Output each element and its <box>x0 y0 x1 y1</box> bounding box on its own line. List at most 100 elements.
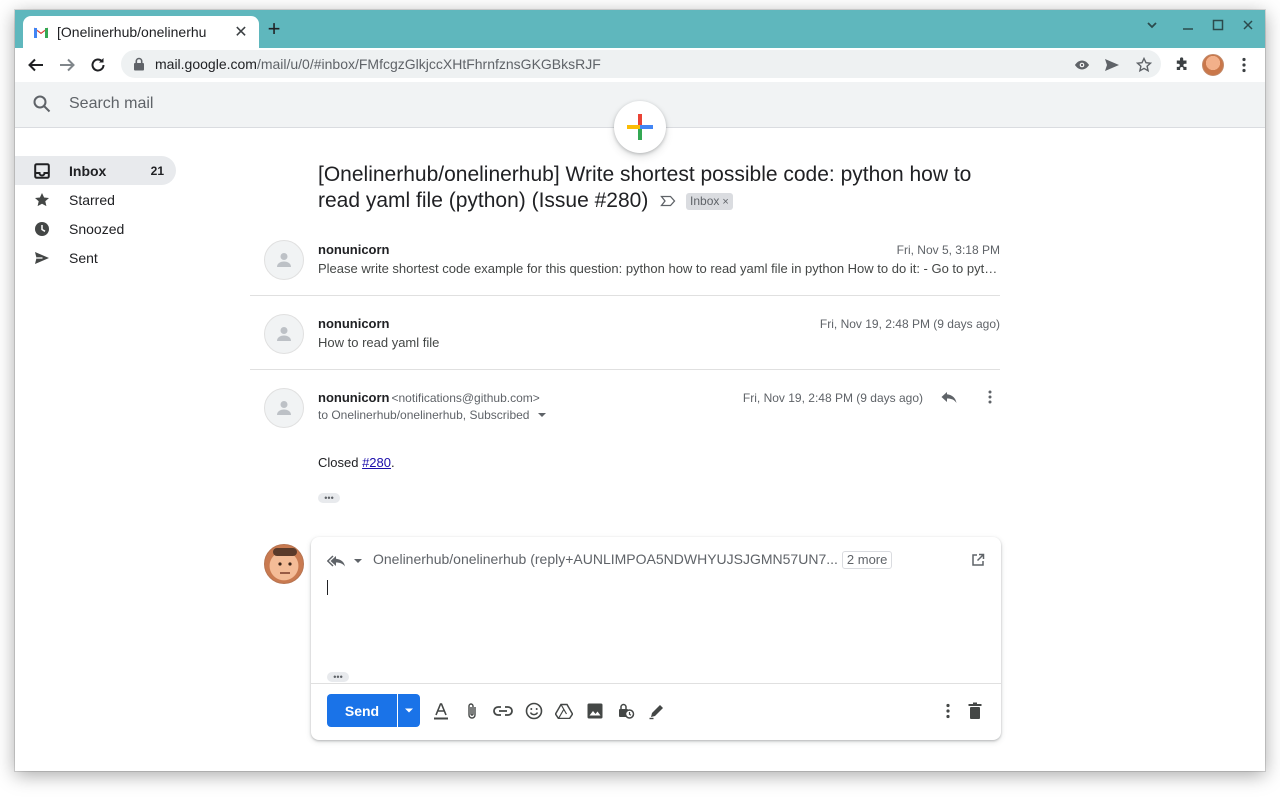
thread-subject: [Onelinerhub/onelinerhub] Write shortest… <box>318 162 1018 214</box>
confidential-mode-icon[interactable] <box>615 700 637 722</box>
browser-tab[interactable]: [Onelinerhub/onelinerhu ✕ <box>23 16 259 48</box>
gmail-icon <box>34 27 48 38</box>
inbox-icon <box>33 162 51 180</box>
message-divider <box>250 295 1000 296</box>
show-trimmed-content-button[interactable]: ••• <box>318 493 340 503</box>
sidebar: Inbox 21 Starred Snoozed Sent <box>15 156 185 272</box>
message-divider <box>250 369 1000 370</box>
sender-name-text: nonunicorn <box>318 390 390 405</box>
share-send-icon[interactable] <box>1100 53 1124 77</box>
remove-label-icon[interactable]: × <box>722 196 728 208</box>
signature-pen-icon[interactable] <box>646 700 668 722</box>
send-options-button[interactable] <box>398 694 420 727</box>
tab-title: [Onelinerhub/onelinerhu <box>57 24 207 40</box>
bookmark-star-icon[interactable] <box>1132 53 1156 77</box>
my-avatar <box>264 544 304 584</box>
insert-link-icon[interactable] <box>492 700 514 722</box>
sidebar-item-starred[interactable]: Starred <box>15 185 185 214</box>
show-trimmed-content-button[interactable]: ••• <box>327 672 349 682</box>
person-icon <box>277 327 291 341</box>
message-snippet: Please write shortest code example for t… <box>318 261 1000 276</box>
attach-file-icon[interactable] <box>461 700 483 722</box>
insert-photo-icon[interactable] <box>584 700 606 722</box>
compose-button[interactable] <box>614 101 666 153</box>
sender-name: nonunicorn <notifications@github.com> <box>318 390 540 405</box>
maximize-icon[interactable] <box>1206 18 1230 35</box>
formatting-options-icon[interactable] <box>430 700 452 722</box>
sidebar-item-snoozed[interactable]: Snoozed <box>15 214 185 243</box>
url-text: mail.google.com/mail/u/0/#inbox/FMfcgzGl… <box>155 56 601 72</box>
recipients-text: to Onelinerhub/onelinerhub, Subscribed <box>318 408 530 422</box>
forward-icon[interactable] <box>55 53 79 77</box>
pop-out-icon[interactable] <box>971 553 985 572</box>
sender-name: nonunicorn <box>318 242 390 257</box>
reply-toolbar-divider <box>311 683 1001 684</box>
tab-close-icon[interactable]: ✕ <box>233 22 249 42</box>
address-bar[interactable]: mail.google.com/mail/u/0/#inbox/FMfcgzGl… <box>121 50 1161 78</box>
sender-email: <notifications@github.com> <box>391 391 540 405</box>
message-snippet: How to read yaml file <box>318 335 440 350</box>
discard-draft-icon[interactable] <box>964 700 986 722</box>
message-expanded: nonunicorn <notifications@github.com> Fri… <box>250 388 1000 503</box>
browser-toolbar: mail.google.com/mail/u/0/#inbox/FMfcgzGl… <box>15 48 1265 82</box>
sender-avatar <box>264 314 304 354</box>
send-icon <box>33 249 51 267</box>
subject-text: [Onelinerhub/onelinerhub] Write shortest… <box>318 163 972 212</box>
sidebar-item-inbox[interactable]: Inbox 21 <box>15 156 176 185</box>
star-icon <box>33 191 51 209</box>
text-cursor[interactable] <box>327 580 328 595</box>
important-marker-icon[interactable] <box>660 188 676 214</box>
browser-menu-icon[interactable] <box>1232 53 1256 77</box>
sender-name: nonunicorn <box>318 316 390 331</box>
lock-icon <box>134 57 144 71</box>
reply-to-text: Onelinerhub/onelinerhub (reply+AUNLIMPOA… <box>373 551 838 567</box>
reload-icon[interactable] <box>86 53 110 77</box>
body-punct: . <box>391 455 395 470</box>
back-icon[interactable] <box>24 53 48 77</box>
browser-window: [Onelinerhub/onelinerhu ✕ + mail.google.… <box>15 10 1265 771</box>
message-body: Closed #280. <box>318 455 395 470</box>
sidebar-item-label: Snoozed <box>69 220 125 237</box>
recipients-line[interactable]: to Onelinerhub/onelinerhub, Subscribed <box>318 408 547 422</box>
message-date: Fri, Nov 5, 3:18 PM <box>896 243 1000 257</box>
issue-link[interactable]: #280 <box>362 455 391 470</box>
reply-recipients[interactable]: Onelinerhub/onelinerhub (reply+AUNLIMPOA… <box>373 551 893 569</box>
send-button[interactable]: Send <box>327 694 397 727</box>
search-input[interactable] <box>69 92 469 116</box>
close-window-icon[interactable] <box>1236 18 1260 35</box>
message-date: Fri, Nov 19, 2:48 PM (9 days ago) <box>742 391 923 405</box>
chevron-down-icon[interactable] <box>537 411 547 419</box>
google-drive-icon[interactable] <box>553 700 575 722</box>
sidebar-item-label: Sent <box>69 249 98 266</box>
clock-icon <box>33 220 51 238</box>
more-options-icon[interactable] <box>937 700 959 722</box>
sidebar-item-label: Inbox <box>69 162 107 179</box>
more-recipients-chip[interactable]: 2 more <box>841 551 893 569</box>
extensions-icon[interactable] <box>1170 53 1194 77</box>
sender-avatar <box>264 388 304 428</box>
tab-search-icon[interactable] <box>1140 18 1164 35</box>
sender-avatar <box>264 240 304 280</box>
reply-type-selector[interactable] <box>327 553 367 569</box>
new-tab-button[interactable]: + <box>263 18 285 41</box>
reply-icon[interactable] <box>940 389 962 407</box>
person-icon <box>277 401 291 415</box>
more-options-icon[interactable] <box>982 390 998 406</box>
search-icon[interactable] <box>32 94 52 119</box>
insert-emoji-icon[interactable] <box>523 700 545 722</box>
unread-count: 21 <box>150 163 164 178</box>
chevron-down-icon <box>354 559 362 563</box>
reply-all-icon <box>327 555 345 567</box>
message-item[interactable]: nonunicorn Fri, Nov 5, 3:18 PM Please wr… <box>250 240 1000 296</box>
tab-strip: [Onelinerhub/onelinerhu ✕ + <box>15 10 1265 48</box>
message-item[interactable]: nonunicorn Fri, Nov 19, 2:48 PM (9 days … <box>250 314 1000 370</box>
body-text: Closed <box>318 455 363 470</box>
sidebar-item-label: Starred <box>69 191 115 208</box>
message-date: Fri, Nov 19, 2:48 PM (9 days ago) <box>819 317 1000 331</box>
inbox-label-chip[interactable]: Inbox × <box>686 192 733 210</box>
sidebar-item-sent[interactable]: Sent <box>15 243 185 272</box>
minimize-icon[interactable] <box>1176 18 1200 35</box>
profile-avatar[interactable] <box>1201 53 1225 77</box>
label-chip-text: Inbox <box>690 193 720 208</box>
eye-icon[interactable] <box>1070 53 1094 77</box>
